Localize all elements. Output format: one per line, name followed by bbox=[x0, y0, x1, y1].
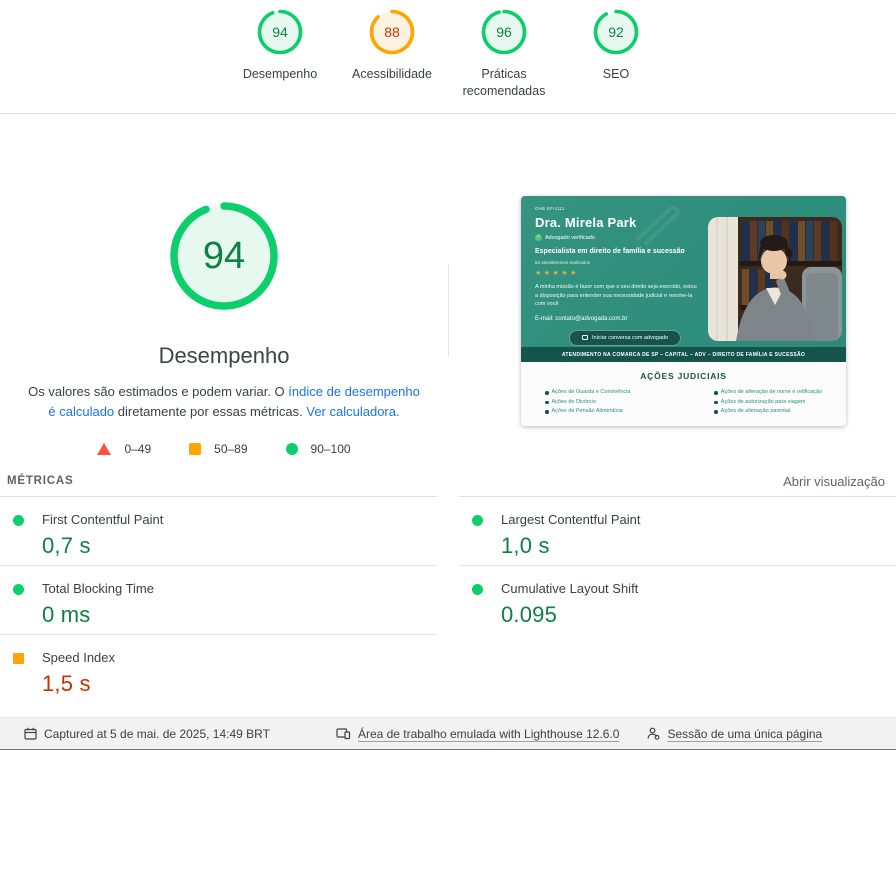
service-item: Ações de alienação parental bbox=[714, 407, 822, 417]
emulated-environment: Área de trabalho emulada with Lighthouse… bbox=[336, 727, 620, 741]
legend-pass: 90–100 bbox=[285, 442, 351, 456]
performance-summary-left: 94 Desempenho Os valores são estimados e… bbox=[0, 114, 448, 469]
preview-chat-button-label: Iniciar conversa com advogado bbox=[592, 334, 669, 341]
accessibility-score-label: Acessibilidade bbox=[352, 67, 432, 81]
performance-description: Os valores são estimados e podem variar.… bbox=[23, 382, 425, 422]
bullet-icon bbox=[545, 400, 549, 404]
average-square-icon bbox=[13, 653, 24, 664]
chat-bubble-icon bbox=[582, 335, 588, 340]
page-screenshot-thumbnail[interactable]: OAB SP-1111 Dra. Mirela Park ✓ Advogado … bbox=[521, 196, 846, 426]
metric-value: 0 ms bbox=[42, 602, 91, 627]
performance-main-gauge: 94 bbox=[166, 198, 282, 314]
services-column-left: Ações de Guarda e Convivência Ações de D… bbox=[545, 388, 630, 417]
bullet-icon bbox=[714, 400, 718, 404]
metric-value: 0,7 s bbox=[42, 533, 91, 558]
metrics-grid: First Contentful Paint 0,7 s Total Block… bbox=[0, 496, 896, 704]
score-link-performance[interactable]: 94 Desempenho bbox=[224, 8, 336, 113]
preview-chat-button: Iniciar conversa com advogado bbox=[569, 329, 682, 346]
seo-score-gauge: 92 bbox=[592, 8, 640, 56]
metrics-column-right: Largest Contentful Paint 1,0 s Cumulativ… bbox=[459, 496, 896, 704]
pass-circle-icon bbox=[285, 443, 298, 455]
best-practices-score-label: Práticas recomendadas bbox=[462, 67, 546, 98]
performance-main-score: 94 bbox=[202, 234, 246, 277]
score-summary-strip: 94 Desempenho 88 Acessibilidade 96 Práti… bbox=[0, 0, 896, 114]
bullet-icon bbox=[714, 410, 718, 414]
metric-largest-contentful-paint: Largest Contentful Paint 1,0 s bbox=[459, 497, 896, 566]
service-item: Ações de Guarda e Convivência bbox=[545, 388, 630, 398]
check-icon: ✓ bbox=[535, 234, 542, 241]
accessibility-score-value: 88 bbox=[384, 24, 400, 40]
service-item: Ações de alteração de nome e retificação bbox=[714, 388, 822, 398]
see-calculator-link[interactable]: Ver calculadora. bbox=[306, 404, 399, 419]
calendar-icon bbox=[24, 727, 37, 740]
page-preview-column: OAB SP-1111 Dra. Mirela Park ✓ Advogado … bbox=[448, 114, 896, 469]
preview-oab-number: OAB SP-1111 bbox=[535, 206, 565, 211]
best-practices-score-gauge: 96 bbox=[480, 8, 528, 56]
metric-total-blocking-time: Total Blocking Time 0 ms bbox=[0, 566, 437, 635]
fail-triangle-icon bbox=[97, 443, 112, 455]
capture-timestamp: Captured at 5 de mai. de 2025, 14:49 BRT bbox=[24, 727, 270, 741]
desktop-device-icon bbox=[336, 727, 351, 740]
performance-summary-section: 94 Desempenho Os valores são estimados e… bbox=[0, 114, 896, 469]
legend-average: 50–89 bbox=[189, 442, 248, 456]
description-text: Os valores são estimados e podem variar.… bbox=[28, 384, 289, 399]
metric-value: 1,5 s bbox=[42, 671, 91, 696]
lighthouse-report: 94 Desempenho 88 Acessibilidade 96 Práti… bbox=[0, 0, 896, 896]
preview-services-title: AÇÕES JUDICIAIS bbox=[640, 371, 727, 381]
bullet-icon bbox=[545, 410, 549, 414]
bullet-icon bbox=[714, 391, 718, 395]
metric-value: 0.095 bbox=[501, 602, 558, 627]
pass-circle-icon bbox=[13, 515, 24, 526]
description-text-2: diretamente por essas métricas. bbox=[114, 404, 307, 419]
metrics-section-title: MÉTRICAS bbox=[7, 475, 74, 487]
performance-score-gauge: 94 bbox=[256, 8, 304, 56]
metric-speed-index: Speed Index 1,5 s bbox=[0, 635, 437, 704]
seo-score-value: 92 bbox=[608, 24, 624, 40]
legend-fail-range: 0–49 bbox=[124, 442, 152, 456]
preview-mission-text: A minha missão é fazer com que o seu dir… bbox=[535, 284, 697, 307]
performance-score-value: 94 bbox=[272, 24, 288, 40]
score-legend: 0–49 50–89 90–100 bbox=[0, 442, 448, 456]
user-session-icon bbox=[647, 727, 660, 740]
bullet-icon bbox=[545, 391, 549, 395]
verified-badge-label: Advogado verificado bbox=[545, 234, 595, 241]
accessibility-score-gauge: 88 bbox=[368, 8, 416, 56]
metrics-header: MÉTRICAS Abrir visualização bbox=[0, 469, 896, 496]
best-practices-score-value: 96 bbox=[496, 24, 512, 40]
runtime-settings-footer: Captured at 5 de mai. de 2025, 14:49 BRT… bbox=[0, 717, 896, 750]
performance-title: Desempenho bbox=[158, 343, 290, 368]
lawyer-portrait-photo bbox=[708, 217, 842, 341]
preview-hero: OAB SP-1111 Dra. Mirela Park ✓ Advogado … bbox=[521, 196, 846, 347]
service-item: Ações de autorização para viagem bbox=[714, 398, 822, 408]
metrics-column-left: First Contentful Paint 0,7 s Total Block… bbox=[0, 496, 437, 704]
metric-first-contentful-paint: First Contentful Paint 0,7 s bbox=[0, 497, 437, 566]
service-item: Ações de Divórcio bbox=[545, 398, 630, 408]
performance-score-label: Desempenho bbox=[242, 67, 318, 81]
legend-pass-range: 90–100 bbox=[310, 442, 351, 456]
legend-average-range: 50–89 bbox=[214, 442, 248, 456]
metric-value: 1,0 s bbox=[501, 533, 550, 558]
legend-fail: 0–49 bbox=[97, 442, 151, 456]
open-visualization-link[interactable]: Abrir visualização bbox=[783, 474, 885, 489]
environment-link[interactable]: Área de trabalho emulada with Lighthouse… bbox=[358, 727, 620, 741]
session-link[interactable]: Sessão de uma única página bbox=[667, 727, 822, 741]
pass-circle-icon bbox=[472, 515, 483, 526]
session-type: Sessão de uma única página bbox=[647, 727, 822, 741]
preview-services-section: AÇÕES JUDICIAIS Ações de Guarda e Conviv… bbox=[521, 362, 846, 426]
preview-banner: ATENDIMENTO NA COMARCA DE SP – CAPITAL –… bbox=[521, 347, 846, 362]
average-square-icon bbox=[189, 443, 202, 455]
metric-cumulative-layout-shift: Cumulative Layout Shift 0.095 bbox=[459, 566, 896, 635]
score-link-seo[interactable]: 92 SEO bbox=[560, 8, 672, 113]
service-item: Ações de Pensão Alimentícia bbox=[545, 407, 630, 417]
seo-score-label: SEO bbox=[602, 67, 630, 81]
score-link-best-practices[interactable]: 96 Práticas recomendadas bbox=[448, 8, 560, 113]
pass-circle-icon bbox=[472, 584, 483, 595]
services-column-right: Ações de alteração de nome e retificação… bbox=[714, 388, 822, 417]
score-link-accessibility[interactable]: 88 Acessibilidade bbox=[336, 8, 448, 113]
pass-circle-icon bbox=[13, 584, 24, 595]
